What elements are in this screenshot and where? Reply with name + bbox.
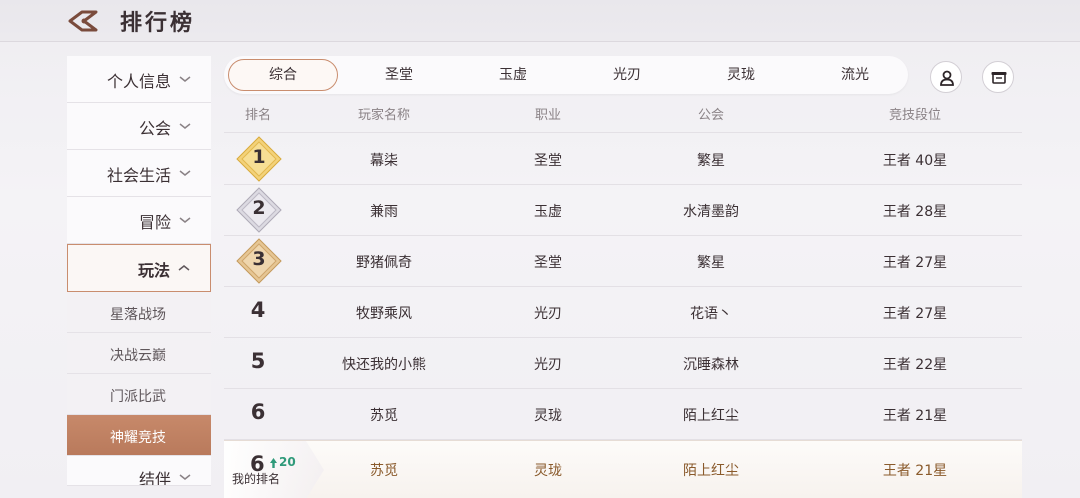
chevron-down-icon: [179, 76, 191, 82]
header-player-name: 玩家名称: [357, 108, 410, 123]
my-player-job: 灵珑: [534, 463, 562, 479]
player-guild: 繁星: [697, 255, 725, 271]
chevron-up-icon: [178, 265, 190, 271]
rank-up-arrow-icon: [270, 458, 277, 468]
sidebar-subitem-label: 决战云巅: [110, 348, 166, 364]
player-name: 兼雨: [370, 204, 398, 220]
my-player-name: 苏觅: [370, 463, 398, 479]
player-guild: 沉睡森林: [683, 357, 739, 373]
rank-number: 5: [250, 349, 266, 373]
player-job: 灵珑: [534, 408, 562, 424]
player-guild: 花语丶: [690, 306, 732, 322]
sidebar-subitem-label: 门派比武: [110, 389, 166, 405]
tab-liuguang[interactable]: 流光: [798, 56, 912, 94]
player-job: 光刃: [534, 357, 562, 373]
chevron-down-icon: [179, 217, 191, 223]
table-row[interactable]: 1 幕柒 圣堂 繁星 王者 40星: [224, 134, 1022, 185]
back-arrow-icon[interactable]: [66, 8, 100, 34]
player-name: 野猪佩奇: [356, 255, 412, 271]
table-row[interactable]: 3 野猪佩奇 圣堂 繁星 王者 27星: [224, 236, 1022, 287]
rank-number: 2: [252, 197, 266, 219]
header-bar: 排行榜: [0, 0, 1080, 42]
rank-number: 3: [252, 248, 266, 270]
sidebar-subitem-cloud-summit[interactable]: 决战云巅: [67, 333, 211, 374]
my-rank-label: 我的排名: [232, 472, 281, 486]
player-name: 牧野乘风: [356, 306, 412, 322]
scroll-icon: [991, 72, 1007, 84]
player-tier: 王者 28星: [882, 204, 948, 220]
profile-button[interactable]: [930, 61, 962, 93]
sidebar-item-label: 个人信息: [106, 72, 171, 91]
sidebar-subitem-star-battlefield[interactable]: 星落战场: [67, 292, 211, 333]
sidebar-item-companion[interactable]: 结伴: [67, 456, 211, 486]
player-guild: 水清墨韵: [683, 204, 739, 220]
player-job: 玉虚: [534, 204, 562, 220]
sidebar-subitem-shenyao-arena[interactable]: 神耀竞技: [67, 415, 211, 456]
player-tier: 王者 22星: [882, 357, 948, 373]
table-row[interactable]: 4 牧野乘风 光刃 花语丶 王者 27星: [224, 287, 1022, 338]
sidebar-item-personal-info[interactable]: 个人信息: [67, 56, 211, 103]
sidebar-item-label: 玩法: [137, 261, 170, 280]
player-name: 苏觅: [370, 408, 398, 424]
player-guild: 陌上红尘: [683, 408, 739, 424]
player-job: 圣堂: [534, 153, 562, 169]
sidebar-subitem-sect-tournament[interactable]: 门派比武: [67, 374, 211, 415]
player-tier: 王者 40星: [882, 153, 948, 169]
tab-linglong[interactable]: 灵珑: [684, 56, 798, 94]
sidebar-item-adventure[interactable]: 冒险: [67, 197, 211, 244]
table-row[interactable]: 6 苏觅 灵珑 陌上红尘 王者 21星: [224, 389, 1022, 440]
sidebar-subitem-label: 星落战场: [110, 307, 166, 323]
my-rank-row[interactable]: 6 20 我的排名 苏觅 灵珑 陌上红尘 王者 21星: [224, 440, 1022, 498]
chevron-down-icon: [179, 474, 191, 480]
player-name: 快还我的小熊: [342, 357, 426, 373]
sidebar-item-guild[interactable]: 公会: [67, 103, 211, 150]
rank-number: 1: [252, 146, 266, 168]
header-rank: 排名: [244, 108, 271, 123]
player-name: 幕柒: [370, 153, 398, 169]
class-tabs: 综合 圣堂 玉虚 光刃 灵珑 流光: [224, 56, 908, 94]
player-job: 圣堂: [534, 255, 562, 271]
person-icon: [940, 70, 954, 86]
header-guild: 公会: [697, 108, 724, 123]
sidebar-item-label: 公会: [138, 119, 171, 138]
sidebar-subitem-label: 神耀竞技: [110, 430, 166, 446]
chevron-down-icon: [179, 123, 191, 129]
player-job: 光刃: [534, 306, 562, 322]
rank-number: 6: [250, 400, 266, 424]
tab-yuxu[interactable]: 玉虚: [456, 56, 570, 94]
sidebar-item-social-life[interactable]: 社会生活: [67, 150, 211, 197]
player-tier: 王者 27星: [882, 306, 948, 322]
scroll-button[interactable]: [982, 61, 1014, 93]
sidebar-item-label: 冒险: [138, 213, 171, 232]
my-player-guild: 陌上红尘: [683, 463, 739, 479]
table-header: 排名 玩家名称 职业 公会 竞技段位: [224, 100, 1022, 133]
my-rank-change: 20: [279, 455, 296, 469]
header-job: 职业: [534, 108, 561, 123]
rank-number: 4: [250, 298, 266, 322]
player-guild: 繁星: [697, 153, 725, 169]
sidebar-item-label: 社会生活: [106, 166, 171, 185]
sidebar: 个人信息 公会 社会生活 冒险 玩法 星落战场 决战云巅 门派比武 神耀竞技 结…: [67, 56, 211, 486]
tab-overall[interactable]: 综合: [228, 59, 338, 91]
table-row[interactable]: 2 兼雨 玉虚 水清墨韵 王者 28星: [224, 185, 1022, 236]
player-tier: 王者 21星: [882, 408, 948, 424]
tab-shengtang[interactable]: 圣堂: [342, 56, 456, 94]
header-tier: 竞技段位: [888, 108, 941, 123]
page-title: 排行榜: [120, 11, 196, 36]
player-tier: 王者 27星: [882, 255, 948, 271]
chevron-down-icon: [179, 170, 191, 176]
sidebar-item-label: 结伴: [138, 470, 171, 486]
table-row[interactable]: 5 快还我的小熊 光刃 沉睡森林 王者 22星: [224, 338, 1022, 389]
my-player-tier: 王者 21星: [882, 463, 948, 479]
tab-guangren[interactable]: 光刃: [570, 56, 684, 94]
sidebar-item-gameplay[interactable]: 玩法: [67, 244, 211, 292]
